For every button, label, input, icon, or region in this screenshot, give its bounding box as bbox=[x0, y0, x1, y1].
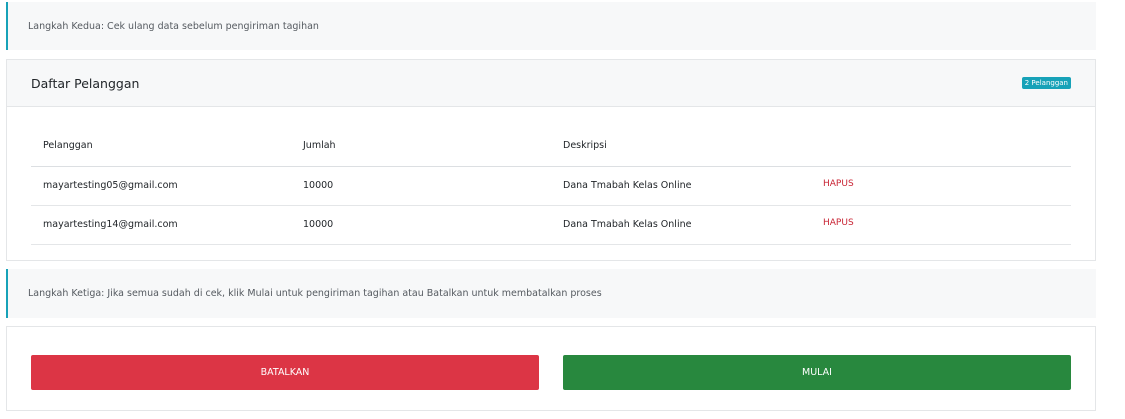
column-header-customer: Pelanggan bbox=[31, 126, 291, 167]
action-cell: HAPUS bbox=[811, 166, 1071, 206]
customer-list-card: Daftar Pelanggan 2 Pelanggan Pelanggan J… bbox=[6, 59, 1096, 261]
customer-count-badge: 2 Pelanggan bbox=[1021, 77, 1071, 89]
column-header-amount: Jumlah bbox=[291, 126, 551, 167]
start-button[interactable]: MULAI bbox=[563, 355, 1071, 390]
delete-link[interactable]: HAPUS bbox=[823, 218, 854, 228]
customer-description: Dana Tmabah Kelas Online bbox=[551, 205, 811, 245]
table-header-row: Pelanggan Jumlah Deskripsi bbox=[31, 126, 1071, 167]
column-header-action bbox=[811, 126, 1071, 167]
customer-description: Dana Tmabah Kelas Online bbox=[551, 166, 811, 206]
customer-amount: 10000 bbox=[291, 205, 551, 245]
column-header-description: Deskripsi bbox=[551, 126, 811, 167]
delete-link[interactable]: HAPUS bbox=[823, 179, 854, 189]
step-three-text: Langkah Ketiga: Jika semua sudah di cek,… bbox=[28, 288, 602, 299]
actions-card: BATALKAN MULAI bbox=[6, 326, 1096, 411]
customer-email: mayartesting05@gmail.com bbox=[31, 166, 291, 206]
action-cell: HAPUS bbox=[811, 205, 1071, 245]
step-two-text: Langkah Kedua: Cek ulang data sebelum pe… bbox=[28, 20, 319, 32]
customer-amount: 10000 bbox=[291, 166, 551, 206]
step-three-callout: Langkah Ketiga: Jika semua sudah di cek,… bbox=[6, 269, 1096, 318]
cancel-button[interactable]: BATALKAN bbox=[31, 355, 539, 390]
table-row: mayartesting05@gmail.com 10000 Dana Tmab… bbox=[31, 166, 1071, 206]
table-row: mayartesting14@gmail.com 10000 Dana Tmab… bbox=[31, 205, 1071, 245]
customer-table: Pelanggan Jumlah Deskripsi mayartesting0… bbox=[31, 126, 1071, 245]
customer-list-title: Daftar Pelanggan bbox=[31, 75, 140, 91]
customer-email: mayartesting14@gmail.com bbox=[31, 205, 291, 245]
step-two-callout: Langkah Kedua: Cek ulang data sebelum pe… bbox=[6, 2, 1096, 50]
customer-list-header: Daftar Pelanggan 2 Pelanggan bbox=[7, 60, 1095, 107]
